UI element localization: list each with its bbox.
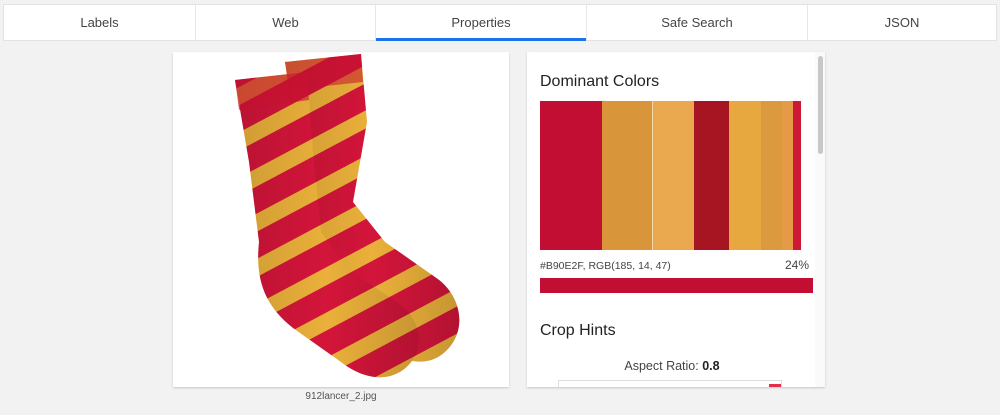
selected-color-info: #B90E2F, RGB(185, 14, 47) xyxy=(540,260,671,272)
selected-color-rgb: RGB(185, 14, 47) xyxy=(588,260,671,272)
properties-panel: Dominant Colors #B90E2F, RGB(185, 14, 47… xyxy=(527,52,825,387)
socks-image xyxy=(235,54,460,378)
color-segment[interactable] xyxy=(693,101,730,250)
selected-color-hex: #B90E2F, xyxy=(540,260,586,272)
tab-web[interactable]: Web xyxy=(196,5,376,40)
tab-json[interactable]: JSON xyxy=(808,5,996,40)
aspect-ratio: Aspect Ratio: 0.8 xyxy=(527,359,817,373)
tab-safe-search[interactable]: Safe Search xyxy=(587,5,808,40)
crop-hints-title: Crop Hints xyxy=(540,322,616,339)
scrollbar-thumb[interactable] xyxy=(818,56,823,154)
color-segment[interactable] xyxy=(540,101,603,250)
tab-labels[interactable]: Labels xyxy=(4,5,196,40)
selected-color-swatch xyxy=(540,278,813,293)
aspect-ratio-label: Aspect Ratio: xyxy=(624,359,699,373)
image-preview-card xyxy=(173,52,509,387)
results-tab-bar: Labels Web Properties Safe Search JSON xyxy=(3,4,997,41)
selected-color-percent: 24% xyxy=(784,258,809,272)
color-segment[interactable] xyxy=(729,101,761,250)
image-filename: 912lancer_2.jpg xyxy=(305,391,377,402)
tab-properties[interactable]: Properties xyxy=(376,5,587,41)
crop-hint-preview xyxy=(558,380,782,387)
aspect-ratio-value: 0.8 xyxy=(702,359,720,373)
dominant-colors-bar xyxy=(540,101,801,250)
panel-scrollbar[interactable] xyxy=(815,52,825,387)
color-segment[interactable] xyxy=(793,101,801,250)
color-segment[interactable] xyxy=(760,101,782,250)
color-segment[interactable] xyxy=(781,101,794,250)
crop-hint-marker xyxy=(769,384,781,387)
color-segment[interactable] xyxy=(602,101,652,250)
dominant-colors-title: Dominant Colors xyxy=(540,73,660,90)
color-segment[interactable] xyxy=(651,101,694,250)
